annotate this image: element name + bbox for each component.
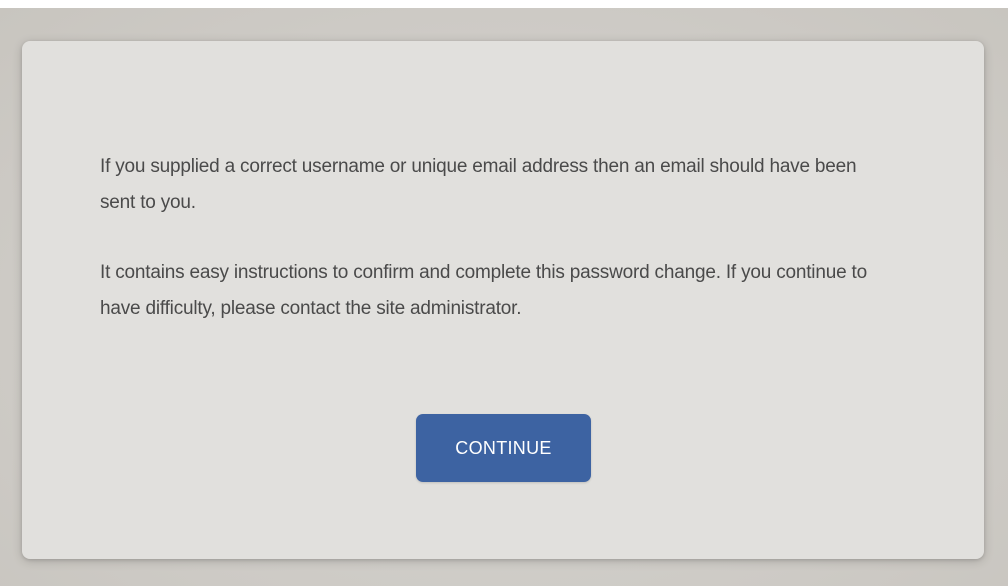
confirmation-card: If you supplied a correct username or un… bbox=[22, 41, 984, 559]
top-strip bbox=[0, 0, 1008, 8]
instructions-message: It contains easy instructions to confirm… bbox=[100, 262, 867, 319]
email-sent-message: If you supplied a correct username or un… bbox=[100, 156, 857, 213]
continue-button[interactable]: CONTINUE bbox=[416, 414, 591, 482]
